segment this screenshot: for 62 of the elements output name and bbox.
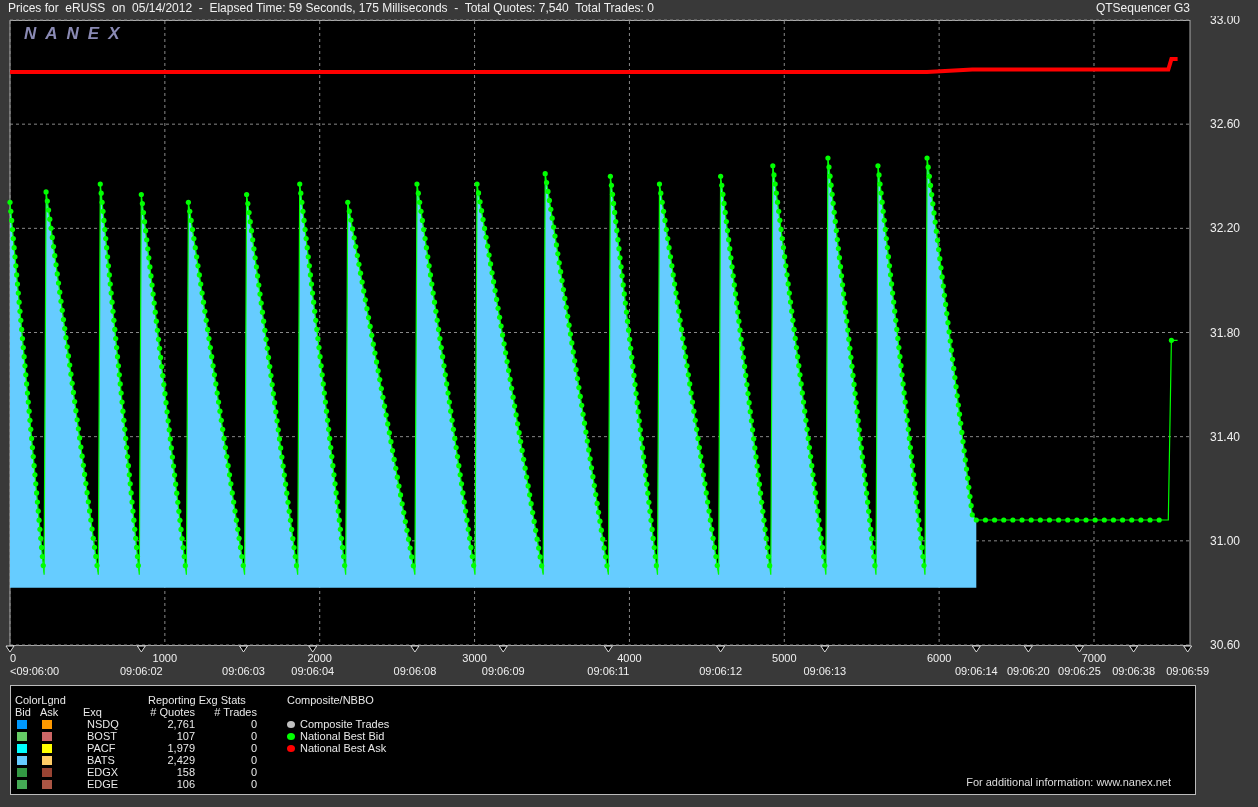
time-label: 09:06:09	[481, 665, 525, 677]
x-axis-label: 4000	[617, 652, 642, 664]
y-axis-label: 32.60	[1210, 117, 1241, 132]
trade-count: 0	[249, 766, 257, 778]
nbbo-title: Composite/NBBO	[287, 694, 375, 708]
quote-count: 106	[175, 778, 195, 790]
trade-count: 0	[249, 742, 257, 754]
time-label: 09:06:03	[222, 665, 265, 677]
time-label: 09:06:25	[1058, 665, 1101, 677]
y-axis-label: 31.00	[1210, 533, 1241, 548]
x-axis-label: 7000	[1081, 652, 1107, 664]
quote-count: 2,429	[166, 754, 195, 766]
y-axis-label: 32.20	[1210, 221, 1241, 236]
y-axis-label: 30.60	[1210, 638, 1241, 652]
window-title: Prices for eRUSS on 05/14/2012 - Elapsed Time: 59 Seconds, 175 Milliseconds - Total Quotes: 7,540 Total Trades: 0	[8, 1, 654, 15]
x-axis-label: 5000	[772, 652, 797, 664]
y-axis-label: 31.80	[1210, 325, 1241, 340]
column-header: # Trades	[213, 706, 257, 718]
exchange-name: BATS	[86, 754, 116, 766]
y-axis-label: 33.00	[1210, 16, 1241, 27]
time-label: 09:06:12	[699, 665, 743, 677]
legend-label: National Best Bid	[300, 730, 385, 742]
trade-count: 0	[249, 730, 257, 742]
logo: NANEX	[24, 24, 129, 44]
legend-label: Composite Trades	[300, 718, 390, 730]
stats-title: Reporting Exg Stats	[147, 694, 247, 706]
exchange-name: EDGX	[86, 766, 120, 778]
trade-count: 0	[249, 778, 257, 790]
exchange-name: BOST	[86, 730, 118, 742]
x-axis-label: 6000	[926, 652, 952, 664]
time-label: 09:06:20	[1006, 665, 1050, 677]
quote-count: 158	[175, 766, 195, 778]
exchange-name: EDGE	[86, 778, 120, 790]
y-axis-label: 31.40	[1210, 429, 1241, 444]
quote-count: 2,761	[166, 718, 195, 730]
time-label: 09:06:02	[119, 665, 163, 677]
quote-count: 1,979	[166, 742, 195, 754]
x-axis-label: 2000	[307, 652, 332, 664]
app-name: QTSequencer G3	[1095, 1, 1190, 15]
x-axis-label: 3000	[462, 652, 487, 664]
time-label: 09:06:38	[1112, 665, 1156, 677]
exchange-name: PACF	[86, 742, 117, 754]
time-label: 09:06:11	[587, 665, 630, 677]
time-label: 09:06:04	[291, 665, 335, 677]
time-label: 09:06:13	[803, 665, 847, 677]
footer-text: For additional information: www.nanex.net	[966, 776, 1172, 788]
legend-label: National Best Ask	[300, 742, 387, 754]
exchange-name: NSDQ	[86, 718, 120, 730]
column-header: Ask	[40, 706, 60, 718]
time-label: 09:06:14	[954, 665, 998, 677]
x-axis-label: 0	[10, 652, 17, 664]
time-label: <09:06:00	[10, 665, 60, 677]
trade-count: 0	[249, 754, 257, 766]
legend-title: ColorLgnd	[15, 694, 67, 706]
column-header: Bid	[15, 706, 32, 718]
quote-count: 107	[175, 730, 195, 742]
x-axis-label: 1000	[152, 652, 178, 664]
time-label: 09:06:08	[393, 665, 437, 677]
time-label: 09:06:59	[1166, 665, 1210, 677]
column-header: Exq	[83, 706, 103, 718]
column-header: # Quotes	[149, 706, 195, 718]
trade-count: 0	[249, 718, 257, 730]
